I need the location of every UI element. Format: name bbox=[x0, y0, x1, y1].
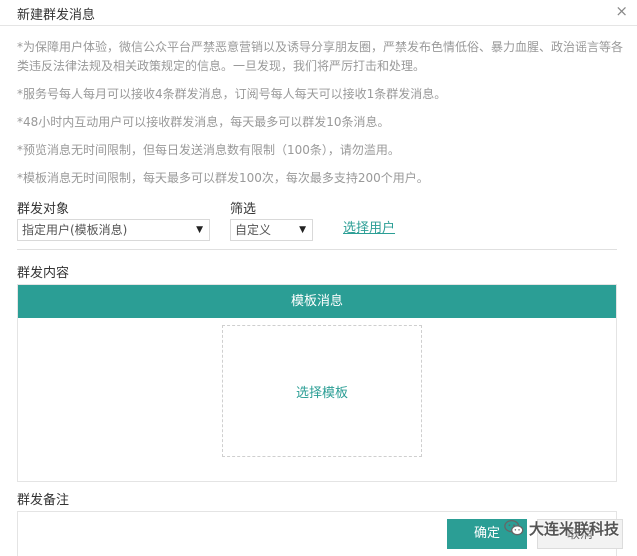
tab-template-message[interactable]: 模板消息 bbox=[18, 285, 616, 318]
select-template-button[interactable]: 选择模板 bbox=[222, 325, 422, 457]
notice-text: *48小时内互动用户可以接收群发消息，每天最多可以群发10条消息。 bbox=[17, 115, 390, 129]
dialog-title: 新建群发消息 bbox=[17, 8, 96, 23]
target-select[interactable]: 指定用户(模板消息) ▼ bbox=[17, 219, 210, 241]
close-icon[interactable]: × bbox=[615, 3, 628, 19]
content-panel: 模板消息 选择模板 bbox=[17, 284, 617, 482]
notice-list: *为保障用户体验，微信公众平台严禁恶意营销以及诱导分享朋友圈，严禁发布色情低俗、… bbox=[17, 38, 623, 188]
chevron-down-icon: ▼ bbox=[196, 225, 203, 235]
watermark-text: 大连米联科技 bbox=[529, 519, 620, 538]
filter-select[interactable]: 自定义 ▼ bbox=[230, 219, 313, 241]
filter-select-value: 自定义 bbox=[235, 223, 272, 237]
select-user-link[interactable]: 选择用户 bbox=[343, 217, 395, 236]
notice-text: *模板消息无时间限制，每天最多可以群发100次，每次最多支持200个用户。 bbox=[17, 171, 429, 185]
wechat-icon bbox=[504, 520, 524, 536]
content-label: 群发内容 bbox=[17, 266, 70, 281]
target-label: 群发对象 bbox=[17, 202, 70, 217]
chevron-down-icon: ▼ bbox=[299, 225, 306, 235]
watermark: 大连米联科技 bbox=[503, 514, 619, 542]
mass-message-dialog: 新建群发消息 × *为保障用户体验，微信公众平台严禁恶意营销以及诱导分享朋友圈，… bbox=[0, 0, 637, 556]
notice-text: *为保障用户体验，微信公众平台严禁恶意营销以及诱导分享朋友圈，严禁发布色情低俗、… bbox=[17, 40, 624, 73]
target-select-value: 指定用户(模板消息) bbox=[22, 223, 128, 237]
remark-label: 群发备注 bbox=[17, 493, 70, 508]
notice-text: *服务号每人每月可以接收4条群发消息，订阅号每人每天可以接收1条群发消息。 bbox=[17, 87, 447, 101]
select-template-label: 选择模板 bbox=[295, 385, 348, 401]
divider bbox=[17, 249, 617, 250]
dialog-titlebar: 新建群发消息 × bbox=[0, 0, 637, 26]
notice-text: *预览消息无时间限制，但每日发送消息数有限制（100条），请勿滥用。 bbox=[17, 143, 400, 157]
filter-label: 筛选 bbox=[230, 202, 257, 217]
